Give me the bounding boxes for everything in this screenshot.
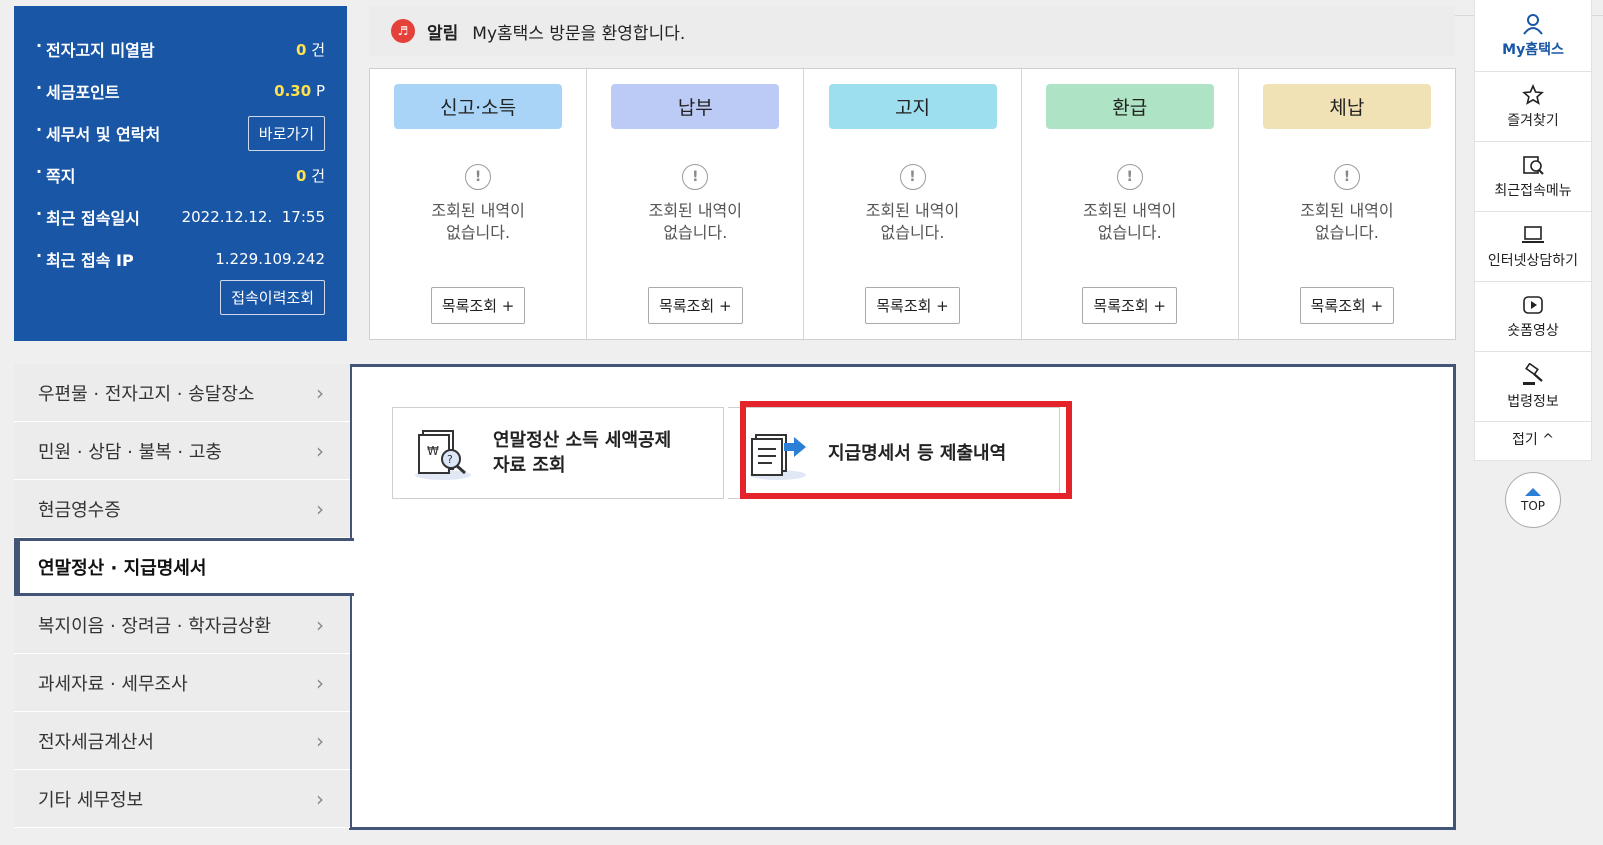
category-header[interactable]: 납부 — [611, 84, 780, 129]
empty-message: 조회된 내역이 없습니다. — [1083, 201, 1177, 242]
list-view-button[interactable]: 목록조회 + — [1082, 287, 1177, 324]
summary-categories: 신고·소득 ! 조회된 내역이 없습니다. 목록조회 + 납부 ! 조회된 내역이… — [369, 68, 1456, 340]
quick-online-counsel[interactable]: 인터넷상담하기 — [1475, 212, 1591, 282]
gavel-icon — [1523, 362, 1543, 385]
info-row-tax-office: 세무서 및 연락처 바로가기 — [36, 112, 325, 154]
menu-item-mail[interactable]: 우편물 · 전자고지 · 송달장소 › — [14, 364, 350, 422]
info-value: 2022.12.12. 17:55 — [181, 208, 325, 226]
empty-message: 조회된 내역이 없습니다. — [865, 201, 960, 242]
info-label: 세무서 및 연락처 — [36, 120, 160, 145]
card-label: 연말정산 소득 세액공제 자료 조회 — [493, 430, 672, 476]
info-row-unread-notices: 전자고지 미열람 0 건 — [36, 28, 325, 70]
payment-statement-history-card[interactable]: 지급명세서 등 제출내역 — [728, 407, 1060, 499]
category-arrears: 체납 ! 조회된 내역이 없습니다. 목록조회 + — [1239, 69, 1455, 339]
quick-fold-button[interactable]: 접기 ^ — [1475, 422, 1591, 456]
scroll-top-button[interactable]: TOP — [1505, 472, 1561, 528]
card-label: 지급명세서 등 제출내역 — [828, 442, 1007, 464]
account-info-panel: 전자고지 미열람 0 건 세금포인트 0.30 P 세무서 및 연락처 바로가기… — [14, 6, 347, 341]
category-header[interactable]: 고지 — [828, 84, 997, 129]
menu-item-other[interactable]: 기타 세무정보 › — [14, 770, 350, 828]
info-value[interactable]: 0.30 P — [274, 82, 325, 100]
category-filing: 신고·소득 ! 조회된 내역이 없습니다. 목록조회 + — [370, 69, 588, 339]
quick-recent-menu[interactable]: 최근접속메뉴 — [1475, 142, 1591, 212]
exclamation-icon: ! — [465, 164, 492, 190]
tax-office-shortcut-button[interactable]: 바로가기 — [247, 115, 325, 151]
login-history-button[interactable]: 접속이력조회 — [220, 280, 325, 315]
menu-item-welfare[interactable]: 복지이음 · 장려금 · 학자금상환 › — [14, 596, 350, 654]
megaphone-icon: ♬ — [391, 19, 415, 43]
empty-message: 조회된 내역이 없습니다. — [1300, 201, 1394, 242]
play-icon — [1523, 295, 1543, 314]
submenu-content-panel: ₩ ? 연말정산 소득 세액공제 자료 조회 지급명세서 등 제출내역 — [349, 364, 1456, 830]
category-menu: 우편물 · 전자고지 · 송달장소 › 민원 · 상담 · 불복 · 고충 › 현금… — [14, 364, 354, 828]
menu-item-cash-receipt[interactable]: 현금영수증 › — [14, 480, 350, 538]
document-search-icon: ₩ ? — [415, 430, 471, 480]
star-icon — [1522, 83, 1544, 105]
category-header[interactable]: 체납 — [1262, 84, 1431, 129]
menu-item-tax-data[interactable]: 과세자료 · 세무조사 › — [14, 654, 350, 712]
chevron-right-icon: › — [316, 380, 324, 405]
menu-item-e-invoice[interactable]: 전자세금계산서 › — [14, 712, 350, 770]
category-notice: 고지 ! 조회된 내역이 없습니다. 목록조회 + — [804, 69, 1022, 339]
svg-text:₩: ₩ — [427, 444, 439, 458]
info-value[interactable]: 0 건 — [296, 165, 325, 186]
info-row-last-ip: 최근 접속 IP 1.229.109.242 — [36, 238, 325, 280]
exclamation-icon: ! — [1116, 164, 1143, 190]
recent-menu-icon — [1523, 155, 1544, 175]
chevron-right-icon: › — [316, 438, 324, 463]
chevron-right-icon: › — [316, 496, 324, 521]
notice-text[interactable]: My홈택스 방문을 환영합니다. — [472, 19, 685, 44]
year-end-deduction-card[interactable]: ₩ ? 연말정산 소득 세액공제 자료 조회 — [392, 407, 724, 499]
menu-item-civil[interactable]: 민원 · 상담 · 불복 · 고충 › — [14, 422, 350, 480]
notice-bar: ♬ 알림 My홈택스 방문을 환영합니다. — [369, 6, 1455, 56]
quick-menu-bar: My홈택스 즐겨찾기 최근접속메뉴 인터넷상담하기 숏폼영상 법령정보 접기 ^ — [1474, 0, 1592, 461]
info-label: 최근 접속일시 — [36, 204, 140, 229]
list-view-button[interactable]: 목록조회 + — [430, 287, 526, 324]
svg-text:?: ? — [447, 453, 453, 466]
chevron-right-icon: › — [316, 612, 324, 637]
info-row-tax-points: 세금포인트 0.30 P — [36, 70, 325, 112]
info-row-last-login: 최근 접속일시 2022.12.12. 17:55 — [36, 196, 325, 238]
info-label: 전자고지 미열람 — [36, 36, 155, 61]
notice-title: 알림 — [427, 23, 459, 44]
quick-short-video[interactable]: 숏폼영상 — [1475, 282, 1591, 352]
list-view-button[interactable]: 목록조회 + — [1299, 287, 1395, 324]
info-value[interactable]: 0 건 — [296, 39, 325, 60]
empty-message: 조회된 내역이 없습니다. — [431, 201, 525, 242]
category-header[interactable]: 신고·소득 — [394, 84, 563, 129]
exclamation-icon: ! — [1333, 164, 1360, 190]
quick-my-hometax[interactable]: My홈택스 — [1475, 0, 1591, 72]
info-label: 최근 접속 IP — [36, 246, 134, 271]
empty-message: 조회된 내역이 없습니다. — [648, 201, 742, 242]
quick-legal-info[interactable]: 법령정보 — [1475, 352, 1591, 422]
category-payment: 납부 ! 조회된 내역이 없습니다. 목록조회 + — [587, 69, 805, 339]
user-icon — [1523, 13, 1543, 35]
list-view-button[interactable]: 목록조회 + — [648, 287, 743, 324]
document-send-icon — [750, 434, 806, 480]
laptop-icon — [1522, 225, 1544, 243]
category-refund: 환급 ! 조회된 내역이 없습니다. 목록조회 + — [1022, 69, 1239, 339]
chevron-right-icon: › — [316, 786, 324, 811]
exclamation-icon: ! — [899, 164, 926, 190]
arrow-up-icon — [1525, 487, 1541, 496]
exclamation-icon: ! — [682, 164, 709, 190]
quick-favorites[interactable]: 즐겨찾기 — [1475, 72, 1591, 142]
menu-item-year-end[interactable]: 연말정산 · 지급명세서 — [14, 538, 354, 596]
chevron-right-icon: › — [316, 670, 324, 695]
info-row-messages: 쪽지 0 건 — [36, 154, 325, 196]
category-header[interactable]: 환급 — [1045, 84, 1214, 129]
info-value: 1.229.109.242 — [215, 250, 325, 268]
info-label: 쪽지 — [36, 162, 75, 187]
list-view-button[interactable]: 목록조회 + — [865, 287, 960, 324]
info-label: 세금포인트 — [36, 78, 120, 103]
chevron-right-icon: › — [316, 728, 324, 753]
